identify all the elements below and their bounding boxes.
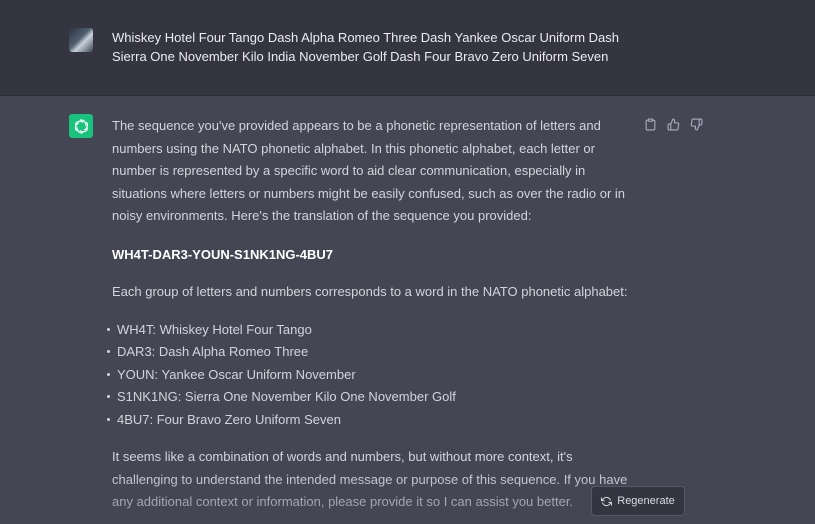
user-message-line-2: Sierra One November Kilo India November … [112, 49, 609, 64]
assistant-message: The sequence you've provided appears to … [107, 115, 637, 514]
thumbs-up-icon [667, 118, 680, 130]
message-actions [643, 116, 704, 132]
refresh-icon [601, 496, 613, 506]
copy-button[interactable] [643, 117, 658, 132]
list-item: 4BU7: Four Bravo Zero Uniform Seven [107, 409, 637, 432]
user-message-text: Whiskey Hotel Four Tango Dash Alpha Rome… [112, 28, 632, 66]
list-item: WH4T: Whiskey Hotel Four Tango [107, 319, 637, 342]
assistant-intro-paragraph: The sequence you've provided appears to … [112, 118, 626, 223]
decoded-sequence: WH4T-DAR3-YOUN-S1NK1NG-4BU7 [112, 246, 334, 262]
clipboard-icon [645, 118, 656, 130]
user-message-line-1: Whiskey Hotel Four Tango Dash Alpha Rome… [112, 30, 619, 45]
openai-logo-icon [74, 118, 88, 134]
user-message-row: Whiskey Hotel Four Tango Dash Alpha Rome… [0, 0, 815, 96]
thumbs-up-button[interactable] [666, 117, 681, 132]
assistant-avatar [69, 114, 93, 138]
closing-paragraph: It seems like a combination of words and… [112, 449, 628, 509]
list-item: S1NK1NG: Sierra One November Kilo One No… [107, 386, 637, 409]
regenerate-button[interactable]: Regenerate [591, 486, 685, 516]
list-item: DAR3: Dash Alpha Romeo Three [107, 341, 637, 364]
regenerate-label: Regenerate [617, 495, 675, 507]
user-avatar [69, 28, 93, 52]
group-explanation: Each group of letters and numbers corres… [112, 284, 628, 299]
thumbs-down-icon [690, 118, 703, 130]
group-list: WH4T: Whiskey Hotel Four Tango DAR3: Das… [107, 319, 637, 432]
thumbs-down-button[interactable] [689, 117, 704, 132]
list-item: YOUN: Yankee Oscar Uniform November [107, 364, 637, 387]
